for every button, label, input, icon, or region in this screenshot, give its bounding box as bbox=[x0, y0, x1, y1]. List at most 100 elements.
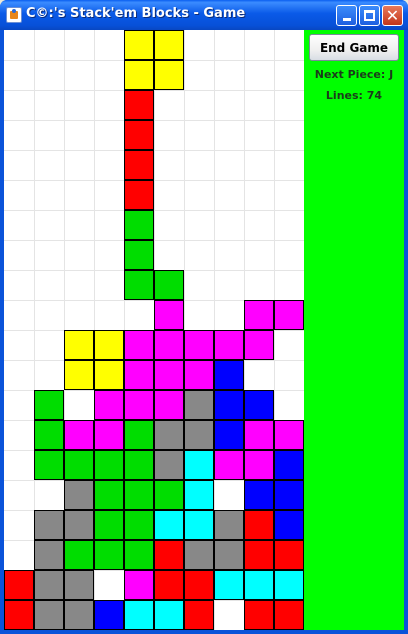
block-cell bbox=[154, 390, 184, 420]
window-client-area: End Game Next Piece: J Lines: 74 bbox=[4, 30, 404, 630]
block-cell bbox=[124, 600, 154, 630]
block-cell bbox=[274, 300, 304, 330]
block-cell bbox=[244, 570, 274, 600]
block-cell bbox=[184, 540, 214, 570]
block-cell bbox=[64, 450, 94, 480]
close-icon: ✕ bbox=[385, 5, 400, 25]
block-cell bbox=[124, 180, 154, 210]
game-board[interactable] bbox=[4, 30, 304, 630]
block-cell bbox=[124, 390, 154, 420]
board-gridline bbox=[4, 240, 304, 241]
block-cell bbox=[94, 420, 124, 450]
block-cell bbox=[154, 510, 184, 540]
block-cell bbox=[214, 510, 244, 540]
block-cell bbox=[124, 90, 154, 120]
block-cell bbox=[124, 480, 154, 510]
block-cell bbox=[94, 540, 124, 570]
maximize-button[interactable] bbox=[359, 5, 380, 26]
block-cell bbox=[124, 420, 154, 450]
block-cell bbox=[94, 480, 124, 510]
block-cell bbox=[154, 330, 184, 360]
minimize-button[interactable] bbox=[336, 5, 357, 26]
block-cell bbox=[244, 480, 274, 510]
java-app-icon[interactable] bbox=[6, 7, 22, 23]
block-cell bbox=[124, 270, 154, 300]
block-cell bbox=[274, 600, 304, 630]
block-cell bbox=[124, 210, 154, 240]
block-cell bbox=[64, 570, 94, 600]
board-gridline bbox=[4, 180, 304, 181]
block-cell bbox=[274, 480, 304, 510]
block-cell bbox=[154, 600, 184, 630]
block-cell bbox=[34, 510, 64, 540]
block-cell bbox=[214, 570, 244, 600]
board-gridline bbox=[4, 90, 304, 91]
block-cell bbox=[154, 570, 184, 600]
block-cell bbox=[184, 330, 214, 360]
block-cell bbox=[64, 480, 94, 510]
block-cell bbox=[214, 450, 244, 480]
block-cell bbox=[244, 600, 274, 630]
block-cell bbox=[124, 150, 154, 180]
block-cell bbox=[94, 390, 124, 420]
block-cell bbox=[34, 600, 64, 630]
block-cell bbox=[184, 570, 214, 600]
block-cell bbox=[214, 390, 244, 420]
block-cell bbox=[64, 510, 94, 540]
block-cell bbox=[94, 450, 124, 480]
block-cell bbox=[154, 60, 184, 90]
block-cell bbox=[124, 240, 154, 270]
block-cell bbox=[274, 540, 304, 570]
block-cell bbox=[244, 450, 274, 480]
block-cell bbox=[124, 330, 154, 360]
board-gridline bbox=[4, 120, 304, 121]
block-cell bbox=[244, 510, 274, 540]
block-cell bbox=[34, 390, 64, 420]
block-cell bbox=[94, 600, 124, 630]
block-cell bbox=[34, 420, 64, 450]
block-cell bbox=[244, 330, 274, 360]
block-cell bbox=[274, 570, 304, 600]
block-cell bbox=[4, 600, 34, 630]
block-cell bbox=[34, 540, 64, 570]
block-cell bbox=[124, 450, 154, 480]
block-cell bbox=[244, 300, 274, 330]
block-cell bbox=[274, 420, 304, 450]
close-button[interactable]: ✕ bbox=[382, 5, 403, 26]
block-cell bbox=[64, 600, 94, 630]
block-cell bbox=[124, 510, 154, 540]
next-piece-label: Next Piece: J bbox=[314, 68, 394, 81]
block-cell bbox=[154, 540, 184, 570]
block-cell bbox=[64, 330, 94, 360]
block-cell bbox=[124, 540, 154, 570]
maximize-icon bbox=[364, 10, 375, 21]
block-cell bbox=[124, 570, 154, 600]
block-cell bbox=[154, 270, 184, 300]
block-cell bbox=[244, 390, 274, 420]
block-cell bbox=[214, 360, 244, 390]
block-cell bbox=[154, 480, 184, 510]
block-cell bbox=[34, 570, 64, 600]
block-cell bbox=[184, 360, 214, 390]
block-cell bbox=[154, 360, 184, 390]
window-title: C©:'s Stack'em Blocks - Game bbox=[26, 6, 246, 21]
minimize-icon bbox=[342, 18, 351, 21]
block-cell bbox=[94, 360, 124, 390]
block-cell bbox=[124, 120, 154, 150]
block-cell bbox=[64, 420, 94, 450]
block-cell bbox=[184, 600, 214, 630]
block-cell bbox=[184, 390, 214, 420]
block-cell bbox=[154, 420, 184, 450]
end-game-button[interactable]: End Game bbox=[309, 34, 399, 61]
block-cell bbox=[64, 540, 94, 570]
block-cell bbox=[154, 30, 184, 60]
block-cell bbox=[184, 420, 214, 450]
block-cell bbox=[214, 420, 244, 450]
block-cell bbox=[94, 330, 124, 360]
title-bar[interactable]: C©:'s Stack'em Blocks - Game ✕ bbox=[0, 0, 408, 30]
block-cell bbox=[184, 480, 214, 510]
board-gridline bbox=[4, 210, 304, 211]
block-cell bbox=[124, 360, 154, 390]
game-window: C©:'s Stack'em Blocks - Game ✕ End Game … bbox=[0, 0, 408, 634]
block-cell bbox=[184, 450, 214, 480]
